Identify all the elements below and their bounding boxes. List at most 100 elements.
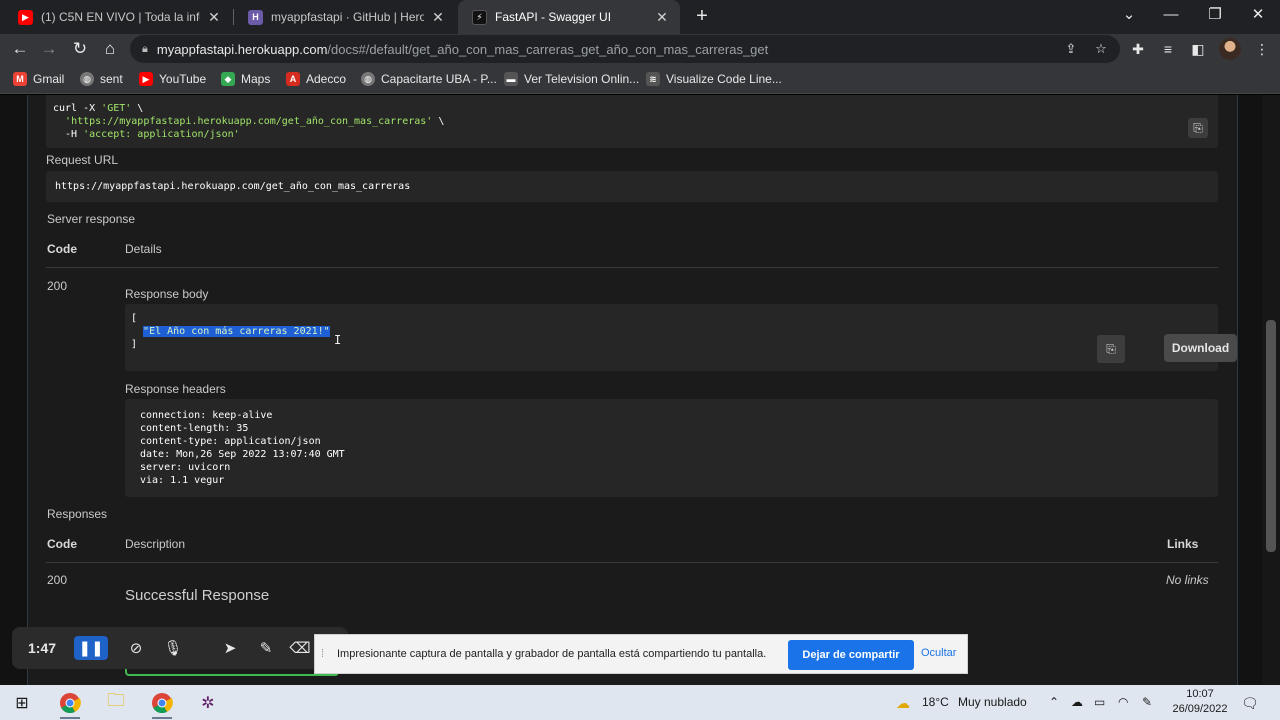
slack-icon[interactable]: ✲ <box>194 689 222 717</box>
response-code: 200 <box>47 573 68 587</box>
download-button[interactable]: Download <box>1164 334 1237 362</box>
copy-response-icon[interactable]: ⎘ <box>1097 335 1125 363</box>
onedrive-icon[interactable]: ☁ <box>1071 695 1083 709</box>
tab-search-icon[interactable]: ⌄ <box>1109 0 1149 34</box>
response-body-close: ] <box>131 339 138 350</box>
code-icon: ≋ <box>646 72 660 86</box>
pen-icon[interactable]: ✎ <box>249 636 283 660</box>
links-value: No links <box>1166 573 1209 587</box>
bookmark-label: Gmail <box>33 72 65 86</box>
request-url-box: https://myappfastapi.herokuapp.com/get_a… <box>46 171 1218 202</box>
battery-icon[interactable]: ▭ <box>1094 695 1105 709</box>
tab-heroku[interactable]: H myappfastapi · GitHub | Heroku ✕ <box>234 0 456 34</box>
browser-toolbar: ← → ↻ ⌂ 🔒︎ myappfastapi.herokuapp.com/do… <box>0 34 1280 64</box>
bookmark-sent[interactable]: ◍ sent <box>80 71 123 87</box>
bookmark-label: sent <box>100 72 123 86</box>
curl-code-block: curl -X 'GET' \ 'https://myappfastapi.he… <box>46 95 1218 148</box>
swagger-page: curl -X 'GET' \ 'https://myappfastapi.he… <box>0 95 1280 685</box>
response-body-value[interactable]: "El Año con más carreras 2021!" <box>143 326 330 337</box>
chevron-up-icon[interactable]: ⌃ <box>1049 695 1059 709</box>
bookmark-star-icon[interactable]: ☆ <box>1090 38 1112 60</box>
response-headers-box: connection: keep-alive content-length: 3… <box>125 399 1218 497</box>
stop-sharing-button[interactable]: Dejar de compartir <box>788 640 914 670</box>
pen-tray-icon[interactable]: ✎ <box>1142 695 1152 709</box>
recording-time: 1:47 <box>28 640 57 656</box>
code-column-header: Code <box>47 242 77 256</box>
status-code: 200 <box>47 279 68 293</box>
reload-icon[interactable]: ↻ <box>67 37 93 61</box>
new-tab-button[interactable]: + <box>691 4 713 28</box>
bookmark-youtube[interactable]: ▶ YouTube <box>139 71 206 87</box>
active-app-indicator <box>60 717 80 719</box>
close-tab-icon[interactable]: ✕ <box>430 9 446 26</box>
bookmark-label: Adecco <box>306 72 347 86</box>
active-app-indicator <box>152 717 172 719</box>
share-icon[interactable]: ⇪ <box>1060 38 1082 60</box>
response-header-line: server: uvicorn <box>140 462 231 473</box>
response-header-line: via: 1.1 vegur <box>140 475 225 486</box>
microphone-icon[interactable]: 🎙︎ <box>156 636 190 660</box>
bookmark-gmail[interactable]: M Gmail <box>13 71 64 87</box>
drag-handle-icon[interactable]: ⁞ <box>321 648 327 660</box>
weather-text[interactable]: Muy nublado <box>958 695 1027 709</box>
swagger-icon: ⚡ <box>472 9 487 25</box>
extensions-icon[interactable]: ✚ <box>1127 38 1149 60</box>
chrome-profile-icon[interactable] <box>148 689 176 717</box>
windows-start-icon[interactable]: ⊞ <box>8 689 36 717</box>
tab-c5n[interactable]: ▶ (1) C5N EN VIVO | Toda la inform ✕ <box>4 0 232 34</box>
wifi-icon[interactable]: ◠ <box>1118 695 1128 709</box>
windows-taskbar: ⊞ 🗀 ✲ ☁ 18°C Muy nublado ⌃ ☁ ▭ ◠ ✎ 10:07… <box>0 685 1280 720</box>
response-body-label: Response body <box>125 287 209 301</box>
side-panel-icon[interactable]: ◧ <box>1187 38 1209 60</box>
notifications-icon[interactable]: 🗨︎ <box>1241 695 1259 712</box>
forward-arrow-icon[interactable]: → <box>36 37 62 61</box>
bookmark-capacitarte[interactable]: ◍ Capacitarte UBA - P... <box>361 71 497 87</box>
globe-icon: ◍ <box>361 72 375 86</box>
reading-list-icon[interactable]: ≡ <box>1157 38 1179 60</box>
home-icon[interactable]: ⌂ <box>97 37 123 61</box>
responses-code-header: Code <box>47 537 77 551</box>
back-arrow-icon[interactable]: ← <box>7 37 33 61</box>
tab-strip: ▶ (1) C5N EN VIVO | Toda la inform ✕ H m… <box>0 0 1280 34</box>
eraser-icon[interactable]: ⌫ <box>283 636 317 660</box>
heroku-icon: H <box>248 9 263 25</box>
weather-icon[interactable]: ☁ <box>896 695 910 712</box>
profile-avatar[interactable] <box>1219 38 1241 60</box>
response-header-line: content-type: application/json <box>140 436 321 447</box>
curl-line-1: curl -X 'GET' \ <box>53 103 144 114</box>
temperature[interactable]: 18°C <box>922 695 949 709</box>
bookmark-tv[interactable]: ▬ Ver Television Onlin... <box>504 71 639 87</box>
bookmark-adecco[interactable]: A Adecco <box>286 71 346 87</box>
copy-curl-icon[interactable]: ⎘ <box>1188 118 1208 138</box>
scrollbar-thumb[interactable] <box>1266 320 1276 552</box>
pause-button[interactable]: ❚❚ <box>74 636 108 660</box>
minimize-button[interactable]: — <box>1151 0 1191 34</box>
system-clock[interactable]: 10:07 26/09/2022 <box>1172 687 1228 717</box>
bookmark-maps[interactable]: ◆ Maps <box>221 71 270 87</box>
maximize-button[interactable]: ❐ <box>1195 0 1235 34</box>
file-explorer-icon[interactable]: 🗀 <box>102 689 130 717</box>
responses-label: Responses <box>47 507 108 521</box>
bookmark-visualize[interactable]: ≋ Visualize Code Line... <box>646 71 782 87</box>
chrome-icon[interactable] <box>56 689 84 717</box>
adecco-icon: A <box>286 72 300 86</box>
close-tab-icon[interactable]: ✕ <box>206 9 222 26</box>
bookmark-label: Visualize Code Line... <box>666 72 782 86</box>
share-message: Impresionante captura de pantalla y grab… <box>337 648 767 660</box>
tab-swagger[interactable]: ⚡ FastAPI - Swagger UI ✕ <box>458 0 680 34</box>
server-response-label: Server response <box>47 212 136 226</box>
tab-title: (1) C5N EN VIVO | Toda la inform <box>41 10 200 24</box>
more-menu-icon[interactable]: ⋮ <box>1251 38 1273 60</box>
bookmark-label: Maps <box>241 72 271 86</box>
pointer-icon[interactable]: ➤ <box>213 636 247 660</box>
hide-button[interactable]: Ocultar <box>921 647 956 659</box>
gmail-icon: M <box>13 72 27 86</box>
description-column-header: Description <box>125 537 186 551</box>
close-window-button[interactable]: ✕ <box>1238 0 1278 34</box>
camera-off-icon[interactable]: ⊘ <box>119 636 153 660</box>
address-bar[interactable]: 🔒︎ myappfastapi.herokuapp.com/docs#/defa… <box>130 35 1120 63</box>
url-text: myappfastapi.herokuapp.com/docs#/default… <box>156 41 769 57</box>
tab-title: myappfastapi · GitHub | Heroku <box>271 10 424 24</box>
bookmarks-bar: M Gmail ◍ sent ▶ YouTube ◆ Maps A Adecco ◍ Cap… <box>0 64 1280 94</box>
close-tab-icon[interactable]: ✕ <box>654 9 670 26</box>
